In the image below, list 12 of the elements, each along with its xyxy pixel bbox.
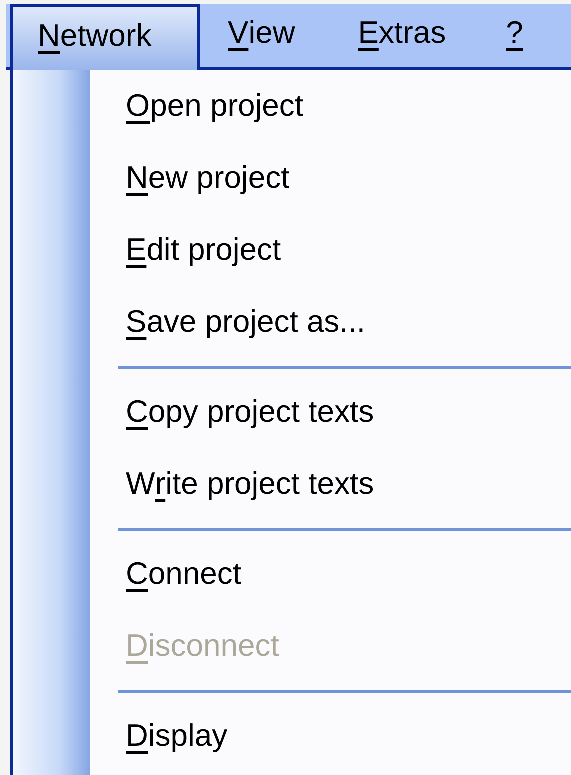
menu-item[interactable]: Open project (90, 70, 571, 142)
menu-item[interactable]: Copy project texts (90, 376, 571, 448)
menu-item[interactable]: Edit project (90, 214, 571, 286)
menu-item[interactable]: Save project as... (90, 286, 571, 358)
menu-bar-item[interactable]: View (200, 4, 326, 67)
menu-item[interactable]: Display (90, 700, 571, 772)
menu-item[interactable]: Write project texts (90, 448, 571, 520)
menu-item[interactable]: New project (90, 142, 571, 214)
menu-bar-item[interactable]: Extras (325, 4, 476, 67)
menu-item[interactable]: Connect (90, 538, 571, 610)
menu-bar-item[interactable]: ? (476, 4, 554, 67)
menu-bar-item[interactable]: Network (10, 4, 200, 70)
